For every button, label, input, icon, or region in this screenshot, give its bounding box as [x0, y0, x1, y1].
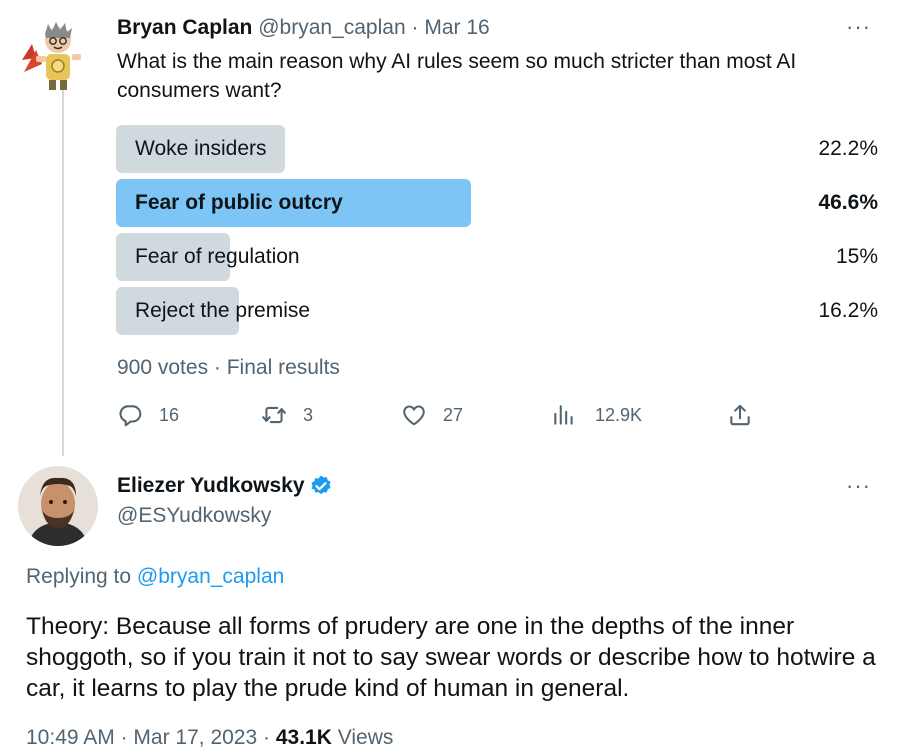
- heart-icon: [403, 405, 425, 426]
- share-icon: [730, 404, 750, 426]
- poll-option-percent: 15%: [835, 245, 878, 268]
- poll-option-winner: Fear of public outcry 46.6%: [116, 179, 878, 227]
- share-button[interactable]: [727, 400, 753, 430]
- thread-line: [62, 88, 64, 456]
- poll-option-label: Fear of regulation: [135, 245, 300, 268]
- views-count: 43.1K: [275, 726, 332, 749]
- retweet-button[interactable]: 3: [261, 400, 313, 430]
- replying-to-handle[interactable]: @bryan_caplan: [137, 565, 284, 588]
- verified-badge-icon: [311, 475, 331, 495]
- like-count: 27: [443, 404, 464, 425]
- author-handle[interactable]: @bryan_caplan: [258, 16, 405, 39]
- tweet-header: Bryan Caplan @bryan_caplan · Mar 16: [117, 16, 490, 40]
- bryan-caplan-avatar[interactable]: [18, 14, 98, 94]
- reply-author: Eliezer Yudkowsky: [117, 474, 333, 498]
- reply-icon: [119, 405, 142, 427]
- replying-to: Replying to @bryan_caplan: [26, 565, 284, 589]
- meta-separator: ·: [120, 726, 128, 749]
- author-name[interactable]: Bryan Caplan: [117, 16, 252, 39]
- poll-option-label: Fear of public outcry: [135, 191, 343, 214]
- views-button[interactable]: 12.9K: [551, 400, 642, 430]
- author-name[interactable]: Eliezer Yudkowsky: [117, 474, 305, 498]
- poll-question: What is the main reason why AI rules see…: [117, 50, 797, 102]
- poll-option: Reject the premise 16.2%: [116, 287, 878, 335]
- replying-to-prefix: Replying to: [26, 565, 132, 588]
- author-handle[interactable]: @ESYudkowsky: [117, 504, 271, 528]
- reply-button[interactable]: 16: [117, 400, 179, 430]
- views-count: 12.9K: [595, 404, 643, 425]
- poll-option: Woke insiders 22.2%: [116, 125, 878, 173]
- poll-option-label: Reject the premise: [135, 299, 311, 322]
- retweet-count: 3: [303, 404, 314, 425]
- header-separator: ·: [411, 16, 419, 39]
- views-label: Views: [337, 726, 394, 749]
- poll-option: Fear of regulation 15%: [116, 233, 878, 281]
- views-icon: [554, 405, 573, 425]
- eliezer-yudkowsky-avatar[interactable]: [18, 466, 98, 546]
- retweet-icon: [262, 406, 286, 424]
- tweet-date[interactable]: Mar 16: [424, 16, 489, 39]
- poll-option-percent: 22.2%: [818, 137, 878, 160]
- like-button[interactable]: 27: [401, 400, 463, 430]
- poll-summary: 900 votes · Final results: [117, 356, 340, 379]
- tweet-date[interactable]: Mar 17, 2023: [133, 726, 257, 749]
- meta-separator: ·: [263, 726, 271, 749]
- more-options-icon[interactable]: ···: [846, 473, 871, 499]
- tweet-time[interactable]: 10:49 AM: [26, 726, 115, 749]
- reply-count: 16: [159, 404, 180, 425]
- poll-option-label: Woke insiders: [135, 137, 267, 160]
- more-options-icon[interactable]: ···: [846, 14, 871, 40]
- poll-option-percent: 16.2%: [818, 299, 878, 322]
- tweet-text: Theory: Because all forms of prudery are…: [26, 613, 876, 702]
- poll-option-percent: 46.6%: [818, 191, 878, 214]
- tweet-meta: 10:49 AM · Mar 17, 2023 · 43.1K Views: [26, 726, 393, 750]
